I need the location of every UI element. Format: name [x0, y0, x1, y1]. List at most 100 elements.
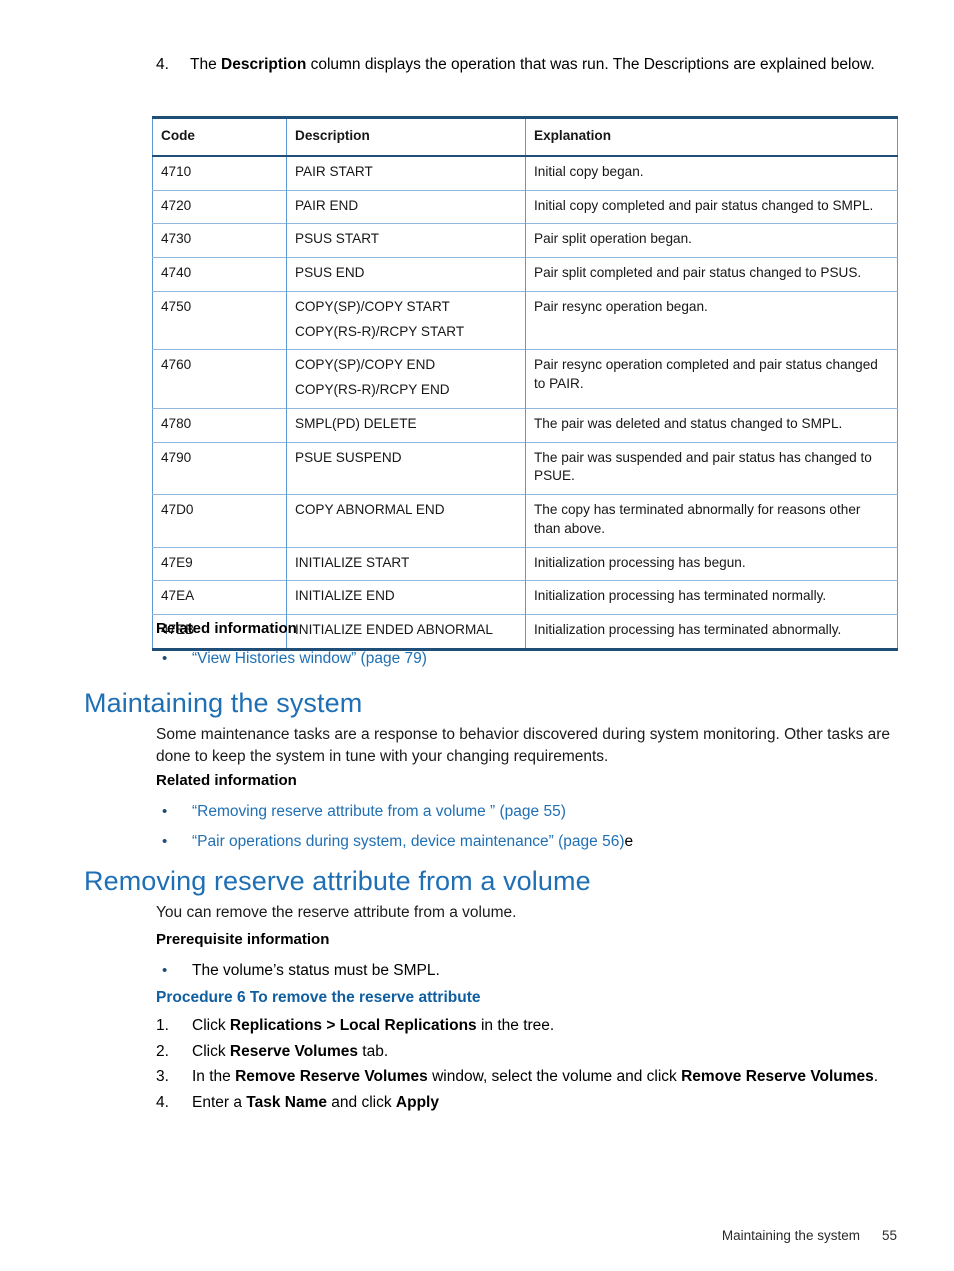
prerequisite-information-heading: Prerequisite information: [156, 931, 330, 948]
procedure-step: 4. Enter a Task Name and click Apply: [156, 1091, 916, 1115]
cell-explanation: The pair was deleted and status changed …: [525, 407, 898, 442]
code-description-table: Code Description Explanation 4710 PAIR ST…: [152, 116, 898, 651]
cell-description: COPY ABNORMAL END: [286, 494, 526, 547]
cell-description: COPY(SP)/COPY START COPY(RS-R)/RCPY START: [286, 290, 526, 350]
step-text-post: window, select the volume and click: [427, 1068, 682, 1086]
cell-code: 4730: [152, 223, 287, 258]
cell-description-line1: INITIALIZE ENDED ABNORMAL: [295, 622, 493, 637]
cell-explanation: Initialization processing has begun.: [525, 546, 898, 581]
link-view-histories-window[interactable]: “View Histories window” (page 79): [192, 648, 427, 670]
cell-description: INITIALIZE ENDED ABNORMAL: [286, 614, 526, 650]
step-text-bold: Task Name: [246, 1093, 327, 1111]
step-text: Enter a Task Name and click Apply: [192, 1091, 916, 1115]
prerequisite-item: • The volume’s status must be SMPL.: [156, 960, 896, 982]
cell-code: 47EA: [152, 580, 287, 615]
cell-explanation: Pair split completed and pair status cha…: [525, 257, 898, 292]
step-text: In the Remove Reserve Volumes window, se…: [192, 1065, 916, 1089]
step-number: 4.: [156, 1093, 169, 1111]
bullet-icon: •: [162, 803, 168, 820]
link-removing-reserve-attribute[interactable]: “Removing reserve attribute from a volum…: [192, 801, 566, 823]
step-text: Click Reserve Volumes tab.: [192, 1040, 916, 1064]
section-heading-removing-reserve-attribute: Removing reserve attribute from a volume: [84, 866, 591, 896]
cell-description: COPY(SP)/COPY END COPY(RS-R)/RCPY END: [286, 349, 526, 409]
step-text-bold: Reserve Volumes: [229, 1042, 358, 1060]
step-text-pre: In the: [192, 1068, 236, 1086]
table-row: 4750 COPY(SP)/COPY START COPY(RS-R)/RCPY S…: [152, 290, 898, 350]
cell-explanation: Pair resync operation completed and pair…: [525, 349, 898, 409]
column-header-explanation: Explanation: [525, 117, 898, 157]
maintaining-paragraph: Some maintenance tasks are a response to…: [156, 726, 891, 766]
related-link-item-1: • “View Histories window” (page 79): [156, 648, 856, 670]
cell-description-line1: PSUE SUSPEND: [295, 449, 402, 465]
table-row: 4790 PSUE SUSPEND The pair was suspended a…: [152, 441, 898, 495]
step-text-bold2: Remove Reserve Volumes: [681, 1068, 874, 1086]
bullet-icon: •: [162, 962, 168, 979]
step-text-bold2: Apply: [395, 1093, 439, 1111]
table-row: 4740 PSUS END Pair split completed and pai…: [152, 257, 898, 292]
step-text: Click Replications > Local Replications …: [192, 1014, 916, 1038]
footer-page-number: 55: [881, 1228, 897, 1243]
step-text-post: tab.: [357, 1042, 389, 1060]
footer-section-title: Maintaining the system: [721, 1228, 860, 1243]
removing-paragraph: You can remove the reserve attribute fro…: [156, 904, 517, 921]
cell-description-line1: PSUS END: [295, 265, 365, 280]
column-header-description: Description: [286, 117, 526, 157]
related-information-heading-2: Related information: [156, 772, 297, 789]
table-row: 47EA INITIALIZE END Initialization process…: [152, 580, 898, 615]
cell-description-line1: COPY(SP)/COPY START: [295, 298, 450, 314]
table-row: 4720 PAIR END Initial copy completed and p…: [152, 189, 898, 224]
related-link-item-2: • “Removing reserve attribute from a vol…: [156, 801, 896, 823]
cell-description: INITIALIZE START: [286, 546, 526, 581]
intro-text-before: The: [190, 56, 222, 73]
procedure-steps-list: 1. Click Replications > Local Replicatio…: [156, 1014, 916, 1116]
step-number: 1.: [156, 1017, 169, 1034]
table-row: 47E9 INITIALIZE START Initialization proce…: [152, 546, 898, 581]
intro-bold-description: Description: [221, 56, 307, 73]
section-heading-maintaining-the-system: Maintaining the system: [84, 688, 363, 718]
cell-code: 4780: [152, 407, 287, 442]
cell-explanation: Pair resync operation began.: [525, 290, 898, 350]
related-link-item-3: • “Pair operations during system, device…: [156, 831, 896, 853]
cell-description-line2: COPY(RS-R)/RCPY START: [295, 323, 465, 339]
cell-description-line1: SMPL(PD) DELETE: [295, 415, 417, 431]
link-pair-operations-maintenance[interactable]: “Pair operations during system, device m…: [192, 833, 625, 850]
cell-description-line1: INITIALIZE START: [295, 554, 410, 570]
cell-code: 4740: [152, 257, 287, 292]
cell-description: PAIR END: [286, 189, 526, 224]
step-text-post: and click: [326, 1093, 396, 1111]
bullet-icon: •: [162, 650, 168, 667]
table-header: Code Description Explanation: [152, 117, 898, 157]
bullet-icon: •: [162, 833, 168, 850]
intro-text-after: column displays the operation that was r…: [306, 56, 875, 73]
procedure-step: 3. In the Remove Reserve Volumes window,…: [156, 1065, 916, 1089]
cell-description-line2: COPY(RS-R)/RCPY END: [295, 382, 450, 397]
intro-step-number: 4.: [156, 56, 169, 73]
cell-code: 47D0: [152, 494, 287, 547]
cell-explanation: Initialization processing has terminated…: [525, 580, 898, 615]
cell-explanation: Initial copy began.: [525, 155, 898, 190]
step-text-post: in the tree.: [476, 1017, 555, 1034]
step-text-bold: Remove Reserve Volumes: [235, 1068, 428, 1086]
document-page: 4. The Description column displays the o…: [0, 0, 954, 1271]
cell-code: 4790: [152, 441, 287, 495]
table-row: 4760 COPY(SP)/COPY END COPY(RS-R)/RCPY END…: [152, 349, 898, 409]
step-text-post2: .: [873, 1068, 879, 1086]
procedure-step: 1. Click Replications > Local Replicatio…: [156, 1014, 916, 1038]
cell-description: PSUS START: [286, 223, 526, 258]
cell-description: PAIR START: [286, 155, 526, 190]
table-header-row: Code Description Explanation: [152, 117, 898, 157]
intro-step-4: 4. The Description column displays the o…: [156, 54, 901, 76]
step-text-pre: Click: [192, 1042, 230, 1060]
cell-description: PSUS END: [286, 257, 526, 292]
cell-code: 47E9: [152, 546, 287, 581]
cell-code: 4760: [152, 349, 287, 409]
cell-description-line1: PAIR END: [295, 197, 359, 213]
related-link-item-3-text: “Pair operations during system, device m…: [192, 831, 633, 853]
step-text-bold: Replications > Local Replications: [229, 1017, 477, 1034]
cell-description: INITIALIZE END: [286, 580, 526, 615]
procedure-heading: Procedure 6 To remove the reserve attrib…: [156, 989, 481, 1006]
cell-description: PSUE SUSPEND: [286, 441, 526, 495]
cell-explanation: Initial copy completed and pair status c…: [525, 189, 898, 224]
cell-description-line1: INITIALIZE END: [295, 588, 395, 604]
cell-description-line1: COPY(SP)/COPY END: [295, 357, 436, 373]
